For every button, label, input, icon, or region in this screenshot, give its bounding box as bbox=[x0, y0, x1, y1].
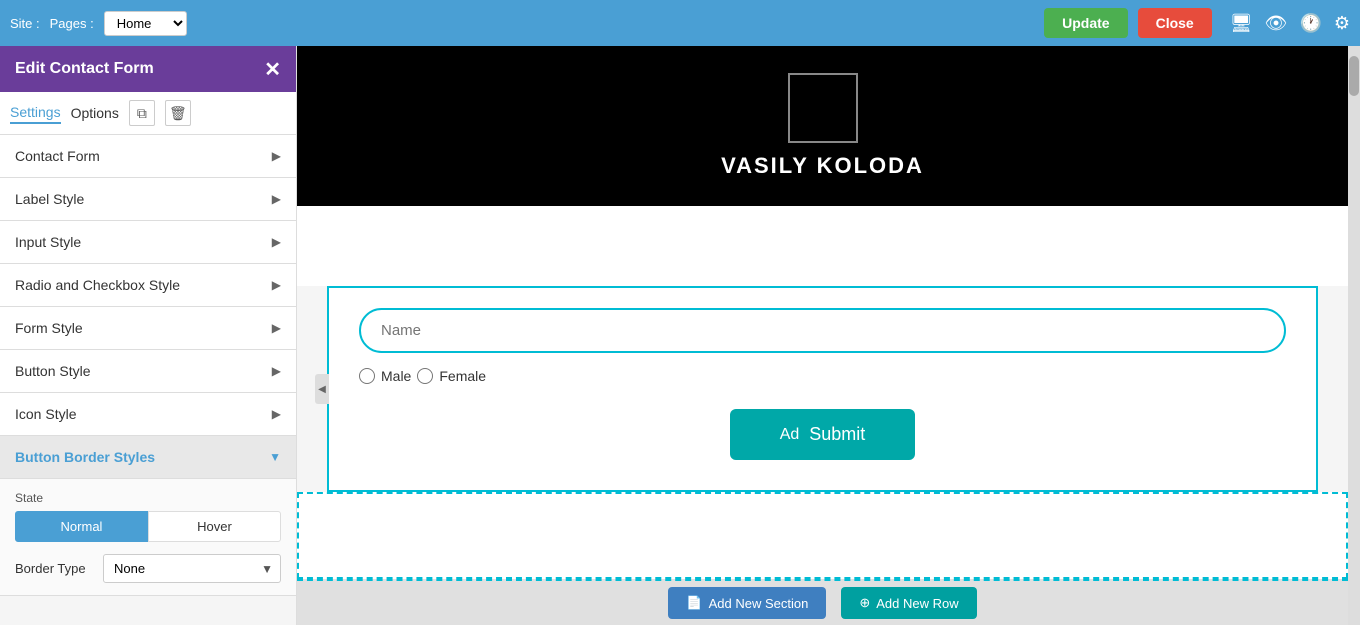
accordion-arrow-icon-style: ▶ bbox=[272, 407, 281, 421]
pages-label: Pages : bbox=[50, 16, 94, 31]
accordion-radio-checkbox: Radio and Checkbox Style ▶ bbox=[0, 264, 296, 307]
top-bar: Site : Pages : Home About Contact Update… bbox=[0, 0, 1360, 46]
accordion-label-button-border-styles: Button Border Styles bbox=[15, 449, 155, 465]
add-section-button[interactable]: 📄 Add New Section bbox=[668, 587, 826, 619]
radio-female[interactable] bbox=[417, 368, 433, 384]
scrollbar-thumb bbox=[1349, 56, 1359, 96]
panel-close-icon[interactable]: ✕ bbox=[264, 57, 281, 82]
close-button[interactable]: Close bbox=[1138, 8, 1212, 38]
accordion-header-button-border-styles[interactable]: Button Border Styles ▼ bbox=[0, 436, 296, 478]
canvas-area: VASILY KOLODA ◀ Male Female bbox=[297, 46, 1348, 579]
accordion-arrow-input-style: ▶ bbox=[272, 235, 281, 249]
spacer-section bbox=[297, 206, 1348, 286]
radio-female-label: Female bbox=[439, 368, 486, 384]
add-section-icon: 📄 bbox=[686, 595, 702, 611]
history-icon[interactable]: 🕐 bbox=[1299, 13, 1321, 34]
radio-male[interactable] bbox=[359, 368, 375, 384]
accordion-arrow-button-border-styles: ▼ bbox=[269, 450, 281, 464]
accordion-label-label-style: Label Style bbox=[15, 191, 84, 207]
accordion-arrow-button-style: ▶ bbox=[272, 364, 281, 378]
accordion-arrow-contact-form: ▶ bbox=[272, 149, 281, 163]
empty-dashed-section bbox=[297, 492, 1348, 579]
accordion-label-input-style: Input Style bbox=[15, 234, 81, 250]
panel-header: Edit Contact Form ✕ bbox=[0, 46, 296, 92]
accordion-header-form-style[interactable]: Form Style ▶ bbox=[0, 307, 296, 349]
submit-button[interactable]: Ad Submit bbox=[730, 409, 916, 460]
accordion-label-contact-form: Contact Form bbox=[15, 148, 100, 164]
state-normal-button[interactable]: Normal bbox=[15, 511, 148, 542]
copy-icon[interactable]: ⧉ bbox=[129, 100, 155, 126]
accordion-arrow-form-style: ▶ bbox=[272, 321, 281, 335]
accordion-label-icon-style: Icon Style bbox=[15, 406, 76, 422]
accordion-label-form-style: Form Style bbox=[15, 320, 83, 336]
accordion-header-radio-checkbox[interactable]: Radio and Checkbox Style ▶ bbox=[0, 264, 296, 306]
eye-icon[interactable]: 👁 bbox=[1265, 13, 1288, 34]
border-type-select-wrap: None Solid Dashed Dotted Double ▼ bbox=[103, 554, 281, 583]
expanded-button-border-section: State Normal Hover Border Type None Soli… bbox=[0, 478, 296, 595]
add-row-button[interactable]: ⊕ Add New Row bbox=[841, 587, 976, 619]
accordion-header-contact-form[interactable]: Contact Form ▶ bbox=[0, 135, 296, 177]
panel-title: Edit Contact Form bbox=[15, 60, 264, 78]
accordion-arrow-label-style: ▶ bbox=[272, 192, 281, 206]
form-wrapper: ◀ Male Female Ad Submit bbox=[297, 286, 1348, 492]
add-row-icon: ⊕ bbox=[859, 595, 870, 611]
trash-icon[interactable]: 🗑 bbox=[165, 100, 191, 126]
bottom-bar: 📄 Add New Section ⊕ Add New Row bbox=[297, 579, 1348, 625]
panel-tabs: Settings Options ⧉ 🗑 bbox=[0, 92, 296, 135]
accordion-label-style: Label Style ▶ bbox=[0, 178, 296, 221]
add-row-label: Add New Row bbox=[876, 596, 958, 611]
accordion-button-border-styles: Button Border Styles ▼ State Normal Hove… bbox=[0, 436, 296, 596]
top-bar-icons: 🖥 👁 🕐 ⚙ bbox=[1230, 13, 1350, 34]
update-button[interactable]: Update bbox=[1044, 8, 1127, 38]
state-buttons: Normal Hover bbox=[15, 511, 281, 542]
add-section-label: Add New Section bbox=[709, 596, 809, 611]
right-content: VASILY KOLODA ◀ Male Female bbox=[297, 46, 1348, 625]
accordion-header-label-style[interactable]: Label Style ▶ bbox=[0, 178, 296, 220]
border-type-select[interactable]: None Solid Dashed Dotted Double bbox=[103, 554, 281, 583]
tab-options[interactable]: Options bbox=[71, 103, 119, 123]
desktop-icon[interactable]: 🖥 bbox=[1230, 13, 1253, 34]
state-label: State bbox=[15, 491, 281, 505]
right-scrollbar[interactable] bbox=[1348, 46, 1360, 625]
main-layout: Edit Contact Form ✕ Settings Options ⧉ 🗑… bbox=[0, 46, 1360, 625]
accordion-list: Contact Form ▶ Label Style ▶ Input Style… bbox=[0, 135, 296, 625]
hero-name: VASILY KOLODA bbox=[721, 153, 924, 179]
accordion-button-style: Button Style ▶ bbox=[0, 350, 296, 393]
accordion-arrow-radio-checkbox: ▶ bbox=[272, 278, 281, 292]
border-type-row: Border Type None Solid Dashed Dotted Dou… bbox=[15, 554, 281, 583]
submit-wrap: Ad Submit bbox=[359, 409, 1286, 460]
radio-row: Male Female bbox=[359, 368, 1286, 384]
hero-section: VASILY KOLODA bbox=[297, 46, 1348, 206]
accordion-label-radio-checkbox: Radio and Checkbox Style bbox=[15, 277, 180, 293]
pages-select[interactable]: Home About Contact bbox=[104, 11, 187, 36]
accordion-header-button-style[interactable]: Button Style ▶ bbox=[0, 350, 296, 392]
site-label: Site : bbox=[10, 16, 40, 31]
submit-ad-icon: Ad bbox=[780, 426, 800, 444]
state-hover-button[interactable]: Hover bbox=[148, 511, 281, 542]
hero-image bbox=[788, 73, 858, 143]
structure-icon[interactable]: ⚙ bbox=[1334, 13, 1350, 34]
radio-male-label: Male bbox=[381, 368, 411, 384]
name-input[interactable] bbox=[359, 308, 1286, 353]
accordion-contact-form: Contact Form ▶ bbox=[0, 135, 296, 178]
left-panel: Edit Contact Form ✕ Settings Options ⧉ 🗑… bbox=[0, 46, 297, 625]
collapse-arrow-icon[interactable]: ◀ bbox=[315, 374, 329, 404]
accordion-form-style: Form Style ▶ bbox=[0, 307, 296, 350]
form-section: ◀ Male Female Ad Submit bbox=[327, 286, 1318, 492]
tab-settings[interactable]: Settings bbox=[10, 102, 61, 124]
border-type-label: Border Type bbox=[15, 561, 95, 576]
accordion-input-style: Input Style ▶ bbox=[0, 221, 296, 264]
accordion-label-button-style: Button Style bbox=[15, 363, 91, 379]
submit-label: Submit bbox=[809, 424, 865, 445]
accordion-header-input-style[interactable]: Input Style ▶ bbox=[0, 221, 296, 263]
accordion-header-icon-style[interactable]: Icon Style ▶ bbox=[0, 393, 296, 435]
accordion-icon-style: Icon Style ▶ bbox=[0, 393, 296, 436]
